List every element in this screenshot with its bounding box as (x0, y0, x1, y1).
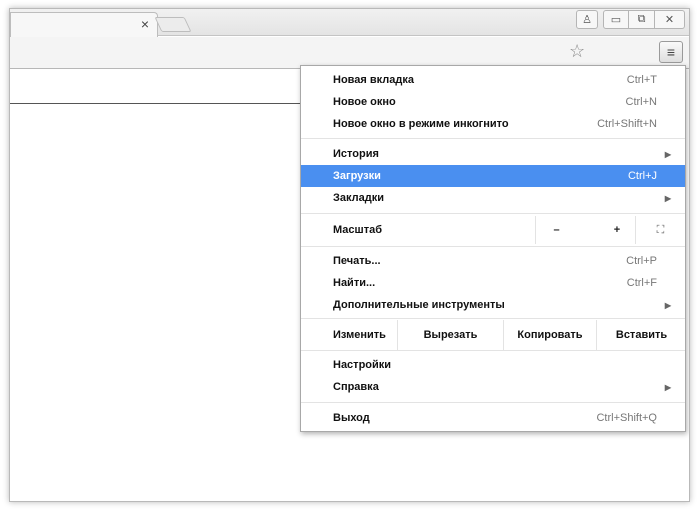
menu-item-label: Новая вкладка (333, 74, 414, 86)
tab-close-icon[interactable]: × (141, 16, 149, 32)
menu-item-shortcut: Ctrl+P (626, 255, 657, 267)
page-divider (10, 103, 310, 104)
menu-separator (301, 350, 685, 351)
tab-strip: × ♙ ▭ ⧉ ✕ (10, 9, 689, 37)
menu-item-label: Закладки (333, 192, 385, 204)
profile-icon[interactable]: ♙ (576, 10, 598, 29)
chrome-menu: Новая вкладка Ctrl+T Новое окно Ctrl+N Н… (300, 65, 686, 432)
cut-button[interactable]: Вырезать (397, 320, 503, 350)
menu-separator (301, 402, 685, 403)
menu-item-history[interactable]: История ▶ (301, 143, 685, 165)
paste-button[interactable]: Вставить (596, 320, 686, 350)
menu-item-help[interactable]: Справка ▶ (301, 376, 685, 398)
menu-item-label: Новое окно (333, 96, 396, 108)
menu-item-label: Дополнительные инструменты (333, 299, 505, 311)
zoom-row: Масштаб – + ⛶ (301, 216, 685, 244)
new-tab-button[interactable] (154, 17, 192, 32)
menu-item-label: Загрузки (333, 170, 381, 182)
maximize-icon[interactable]: ⧉ (629, 10, 655, 29)
menu-item-exit[interactable]: Выход Ctrl+Shift+Q (301, 407, 685, 429)
menu-item-label: Найти... (333, 277, 376, 289)
browser-window: × ♙ ▭ ⧉ ✕ ☆ ≡ Новая вкладка Ctrl+T Новое… (9, 8, 690, 502)
fullscreen-icon[interactable]: ⛶ (635, 216, 685, 244)
submenu-arrow-icon: ▶ (664, 300, 671, 310)
submenu-arrow-icon: ▶ (664, 149, 671, 159)
menu-hamburger-icon[interactable]: ≡ (659, 41, 683, 63)
window-close-icon[interactable]: ✕ (655, 10, 685, 29)
menu-item-shortcut: Ctrl+Shift+N (597, 118, 657, 130)
menu-item-label: Настройки (333, 359, 392, 371)
menu-item-label: Справка (333, 381, 379, 393)
menu-item-new-tab[interactable]: Новая вкладка Ctrl+T (301, 69, 685, 91)
menu-item-bookmarks[interactable]: Закладки ▶ (301, 187, 685, 209)
zoom-value (577, 216, 599, 244)
bookmark-star-icon[interactable]: ☆ (569, 41, 585, 61)
menu-item-shortcut: Ctrl+J (627, 170, 657, 182)
window-controls: ♙ ▭ ⧉ ✕ (576, 10, 685, 29)
menu-item-new-window[interactable]: Новое окно Ctrl+N (301, 91, 685, 113)
menu-separator (301, 318, 685, 319)
menu-item-find[interactable]: Найти... Ctrl+F (301, 272, 685, 294)
menu-item-label: Выход (333, 412, 370, 424)
browser-tab[interactable]: × (10, 12, 158, 37)
menu-separator (301, 138, 685, 139)
menu-separator (301, 213, 685, 214)
submenu-arrow-icon: ▶ (664, 193, 671, 203)
menu-item-incognito[interactable]: Новое окно в режиме инкогнито Ctrl+Shift… (301, 113, 685, 135)
edit-row: Изменить Вырезать Копировать Вставить (301, 320, 685, 350)
edit-label: Изменить (333, 329, 386, 341)
zoom-in-button[interactable]: + (599, 216, 635, 244)
menu-item-shortcut: Ctrl+N (625, 96, 657, 108)
menu-item-settings[interactable]: Настройки (301, 354, 685, 376)
menu-item-label: Новое окно в режиме инкогнито (333, 118, 509, 130)
menu-item-shortcut: Ctrl+Shift+Q (596, 412, 657, 424)
copy-button[interactable]: Копировать (503, 320, 596, 350)
menu-item-label: Печать... (333, 255, 381, 267)
submenu-arrow-icon: ▶ (664, 382, 671, 392)
zoom-out-button[interactable]: – (535, 216, 577, 244)
menu-item-shortcut: Ctrl+T (626, 74, 657, 86)
menu-item-label: История (333, 148, 379, 160)
menu-item-shortcut: Ctrl+F (626, 277, 657, 289)
zoom-label: Масштаб (333, 224, 383, 236)
menu-item-more-tools[interactable]: Дополнительные инструменты ▶ (301, 294, 685, 316)
minimize-icon[interactable]: ▭ (603, 10, 629, 29)
menu-item-print[interactable]: Печать... Ctrl+P (301, 250, 685, 272)
menu-item-downloads[interactable]: Загрузки Ctrl+J (301, 165, 685, 187)
menu-separator (301, 246, 685, 247)
